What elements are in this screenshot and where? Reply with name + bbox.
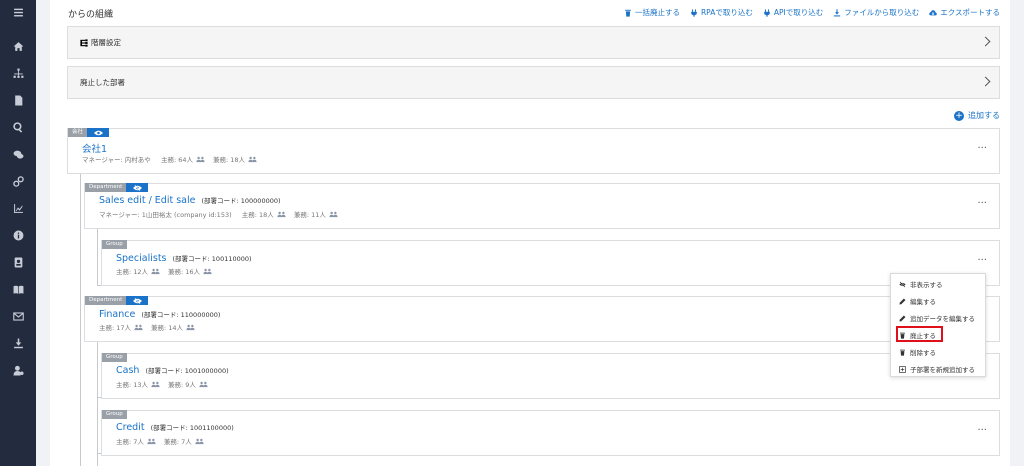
more-options-button[interactable]: ··· — [977, 255, 987, 266]
group-card[interactable]: Group Specialists (部署コード: 100110000) 主務: … — [101, 240, 1000, 286]
export-button[interactable]: エクスポートする — [929, 7, 1000, 18]
edit-additional-data-menu-item[interactable]: 追加データを編集する — [899, 312, 975, 324]
users-icon — [248, 156, 257, 162]
home-icon[interactable] — [0, 36, 36, 56]
info-icon[interactable] — [0, 225, 36, 245]
users-icon — [134, 324, 143, 330]
book-icon[interactable] — [0, 279, 36, 299]
member-counts: 主務: 13人 兼務: 9人 — [116, 379, 213, 389]
chevron-right-icon — [980, 36, 991, 47]
hide-menu-item[interactable]: 非表示する — [899, 278, 943, 290]
edit-menu-item[interactable]: 編集する — [899, 295, 936, 307]
more-options-button[interactable]: ··· — [977, 425, 987, 436]
group-card[interactable]: Group Credit (部署コード: 1001100000) 主務: 7人 兼… — [101, 410, 1000, 456]
department-name-link[interactable]: Cash (部署コード: 1001000000) — [116, 365, 229, 376]
hierarchy-icon — [80, 38, 88, 47]
document-icon[interactable] — [0, 90, 36, 110]
cloud-download-icon — [929, 9, 937, 15]
chevron-right-icon — [980, 76, 991, 87]
bulk-abolish-button[interactable]: 一括廃止する — [624, 7, 680, 18]
search-icon[interactable] — [0, 117, 36, 137]
main-content: からの組織 一括廃止する RPAで取り込む APIで取り込む ファイルから取り込… — [50, 0, 1010, 466]
tree-line — [80, 170, 81, 466]
contact-card-icon[interactable] — [0, 252, 36, 272]
mail-icon[interactable] — [0, 306, 36, 326]
context-menu: 非表示する 編集する 追加データを編集する 廃止する 削除する 子部署を新規追加… — [890, 273, 986, 377]
member-counts: 主務: 12人 兼務: 16人 — [116, 266, 217, 276]
member-counts: マネージャー: 1山田裕太 (company id:153) 主務: 18人 兼… — [99, 209, 343, 219]
add-button[interactable]: + 追加する — [954, 110, 1000, 121]
users-icon — [147, 438, 156, 444]
add-child-department-menu-item[interactable]: 子部署を新規追加する — [899, 363, 975, 375]
users-icon — [196, 156, 205, 162]
toolbar: 一括廃止する RPAで取り込む APIで取り込む ファイルから取り込む エクスポ… — [624, 7, 1000, 18]
users-icon — [151, 381, 160, 387]
chat-icon[interactable] — [0, 144, 36, 164]
delete-menu-item[interactable]: 削除する — [899, 346, 936, 358]
users-icon — [277, 211, 286, 217]
type-tag: Department — [85, 183, 127, 192]
member-counts: マネージャー: 内村あや 主務: 64人 兼務: 18人 — [82, 154, 262, 164]
department-name-link[interactable]: Sales edit / Edit sale (部署コード: 100000000) — [99, 195, 281, 206]
type-tag: Group — [102, 240, 127, 249]
plus-circle-icon: + — [954, 110, 964, 121]
plus-square-icon — [899, 365, 906, 373]
department-name-link[interactable]: Specialists (部署コード: 100110000) — [116, 253, 252, 264]
department-card[interactable]: Department Finance (部署コード: 110000000) 主務:… — [84, 296, 1000, 342]
rpa-import-button[interactable]: RPAで取り込む — [690, 7, 753, 18]
pencil-icon — [899, 315, 906, 321]
tree-line — [97, 340, 98, 466]
member-counts: 主務: 7人 兼務: 7人 — [116, 436, 209, 446]
department-card[interactable]: Department Sales edit / Edit sale (部署コード:… — [84, 183, 1000, 229]
tree-line — [97, 226, 98, 286]
plug-icon — [691, 8, 697, 17]
download-icon[interactable] — [0, 333, 36, 353]
more-options-button[interactable]: ··· — [977, 198, 987, 209]
type-tag: Group — [102, 410, 127, 419]
users-icon — [329, 211, 338, 217]
api-import-button[interactable]: APIで取り込む — [763, 7, 823, 18]
department-name-link[interactable]: 会社1 — [82, 141, 107, 155]
plug-icon — [764, 8, 770, 17]
department-name-link[interactable]: Finance (部署コード: 110000000) — [99, 309, 220, 320]
eye-slash-icon[interactable] — [126, 183, 149, 192]
company-card[interactable]: 会社 会社1 マネージャー: 内村あや 主務: 64人 兼務: 18人 ··· — [67, 128, 1000, 174]
file-import-button[interactable]: ファイルから取り込む — [833, 7, 919, 18]
department-name-link[interactable]: Credit (部署コード: 1001100000) — [116, 422, 234, 433]
org-chart-icon[interactable] — [0, 63, 36, 83]
users-icon — [199, 381, 208, 387]
eye-slash-icon — [899, 281, 906, 287]
menu-icon[interactable] — [0, 2, 36, 22]
side-navigation — [0, 0, 36, 466]
more-options-button[interactable]: ··· — [977, 143, 987, 154]
link-icon[interactable] — [0, 171, 36, 191]
abolished-departments-panel[interactable]: 廃止した部署 — [67, 66, 1000, 99]
type-tag: Group — [102, 353, 127, 362]
users-icon — [203, 268, 212, 274]
abolish-highlight-box — [896, 326, 943, 342]
download-icon — [834, 8, 841, 16]
users-icon — [195, 438, 204, 444]
type-tag: Department — [85, 296, 127, 305]
page-title: からの組織 — [68, 10, 114, 20]
users-icon — [151, 268, 160, 274]
eye-icon[interactable] — [87, 128, 110, 137]
hierarchy-settings-panel[interactable]: 階層設定 — [67, 26, 1000, 59]
trash-icon — [900, 349, 905, 356]
analytics-icon[interactable] — [0, 198, 36, 218]
trash-icon — [625, 9, 631, 17]
group-card[interactable]: Group Cash (部署コード: 1001000000) 主務: 13人 兼務… — [101, 353, 1000, 399]
member-counts: 主務: 17人 兼務: 14人 — [99, 322, 200, 332]
user-settings-icon[interactable] — [0, 360, 36, 380]
pencil-icon — [899, 298, 906, 304]
eye-slash-icon[interactable] — [126, 296, 149, 305]
type-tag: 会社 — [68, 128, 88, 137]
users-icon — [186, 324, 195, 330]
